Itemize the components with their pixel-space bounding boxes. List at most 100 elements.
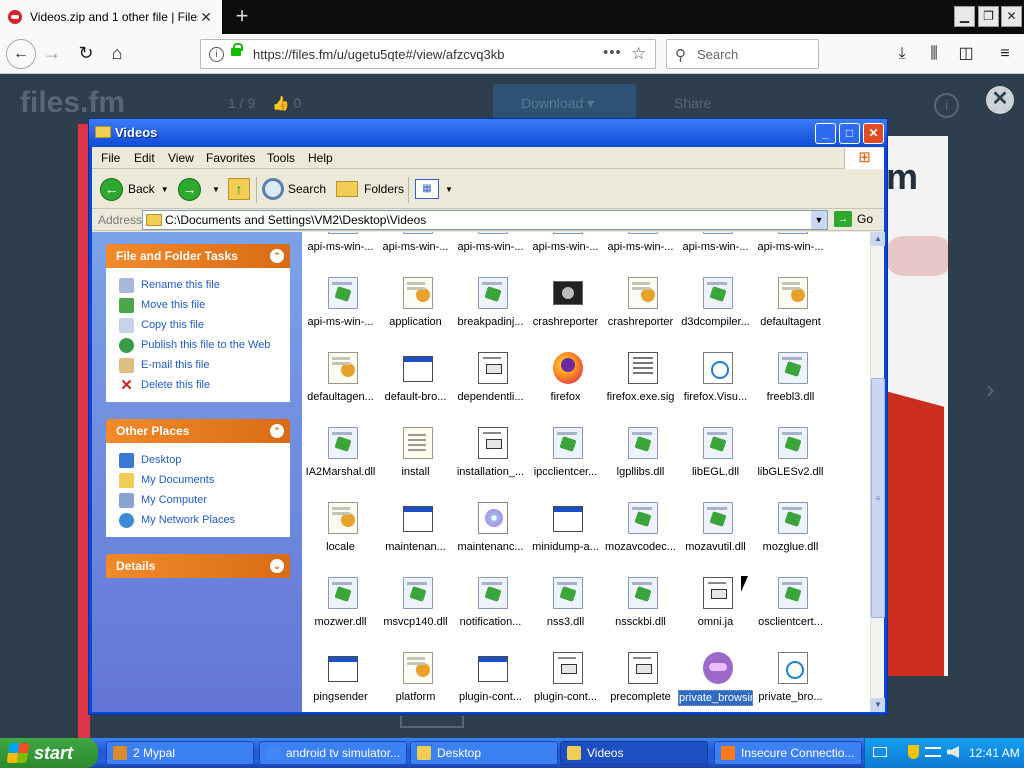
chevron-down-icon[interactable]: ▼	[811, 211, 827, 229]
explorer-close-button[interactable]: ✕	[863, 123, 884, 144]
file-item[interactable]: mozglue.dll	[753, 502, 828, 577]
file-item[interactable]: api-ms-win-...	[303, 277, 378, 352]
file-item[interactable]: private_bro...	[753, 652, 828, 712]
download-button[interactable]: Download ▾	[493, 84, 636, 122]
file-item[interactable]: api-ms-win-...	[528, 232, 603, 277]
file-item[interactable]: minidump-a...	[528, 502, 603, 577]
place-network[interactable]: My Network Places	[119, 510, 289, 530]
file-item[interactable]: application	[378, 277, 453, 352]
file-item[interactable]: freebl3.dll	[753, 352, 828, 427]
file-item[interactable]: locale	[303, 502, 378, 577]
chevron-down-icon[interactable]: ▼	[161, 185, 169, 194]
hamburger-menu-icon[interactable]: ≡	[994, 43, 1016, 65]
file-item[interactable]: api-ms-win-...	[753, 232, 828, 277]
menu-file[interactable]: File	[101, 151, 120, 165]
file-item[interactable]: mozavcodec...	[603, 502, 678, 577]
expand-chevron-icon[interactable]: ⌄	[270, 559, 284, 573]
task-email[interactable]: E-mail this file	[119, 355, 289, 375]
taskbar-button[interactable]: Desktop	[410, 741, 558, 765]
file-item[interactable]: platform	[378, 652, 453, 712]
sidebar-icon[interactable]: ◫	[955, 43, 977, 65]
scroll-up-arrow-icon[interactable]: ▲	[871, 232, 885, 246]
menu-tools[interactable]: Tools	[267, 151, 295, 165]
file-item[interactable]: pingsender	[303, 652, 378, 712]
file-item[interactable]: api-ms-win-...	[378, 232, 453, 277]
file-item[interactable]: maintenanc...	[453, 502, 528, 577]
maximize-window-button[interactable]: ❐	[978, 6, 999, 27]
menu-favorites[interactable]: Favorites	[206, 151, 255, 165]
close-window-button[interactable]: ✕	[1001, 6, 1022, 27]
like-count[interactable]: 👍 0	[272, 95, 301, 112]
file-item[interactable]: libEGL.dll	[678, 427, 753, 502]
place-my-documents[interactable]: My Documents	[119, 470, 289, 490]
file-item[interactable]: libGLESv2.dll	[753, 427, 828, 502]
file-item[interactable]: notification...	[453, 577, 528, 652]
file-item[interactable]: ipcclientcer...	[528, 427, 603, 502]
panel-header[interactable]: File and Folder Tasks ⌃	[106, 244, 290, 268]
scrollbar-thumb[interactable]: ≡	[871, 378, 885, 618]
file-item[interactable]: private_browsing	[678, 652, 753, 712]
menu-view[interactable]: View	[168, 151, 194, 165]
file-item[interactable]: crashreporter	[603, 277, 678, 352]
file-item[interactable]: default-bro...	[378, 352, 453, 427]
task-delete[interactable]: ✕ Delete this file	[119, 375, 289, 395]
file-item[interactable]: api-ms-win-...	[453, 232, 528, 277]
close-viewer-button[interactable]: ✕	[986, 86, 1014, 114]
explorer-minimize-button[interactable]: _	[815, 123, 836, 144]
browser-tab[interactable]: Videos.zip and 1 other file | Files.f ✕	[0, 0, 222, 34]
taskbar-button[interactable]: 2 Mypal	[106, 741, 254, 765]
taskbar-button[interactable]: Insecure Connectio...	[714, 741, 862, 765]
library-icon[interactable]: ⫼	[923, 43, 945, 65]
reload-icon[interactable]: ↻	[72, 40, 100, 68]
panel-header[interactable]: Details ⌄	[106, 554, 290, 578]
file-item[interactable]: precomplete	[603, 652, 678, 712]
file-item[interactable]: msvcp140.dll	[378, 577, 453, 652]
vertical-scrollbar[interactable]: ▲ ≡ ▼	[870, 232, 885, 712]
file-item[interactable]: d3dcompiler...	[678, 277, 753, 352]
start-button[interactable]: start	[0, 738, 98, 768]
back-button[interactable]: ← Back ▼	[100, 175, 169, 203]
explorer-maximize-button[interactable]: □	[839, 123, 860, 144]
file-item[interactable]: api-ms-win-...	[678, 232, 753, 277]
menu-help[interactable]: Help	[308, 151, 333, 165]
next-file-arrow-icon[interactable]: ›	[986, 374, 995, 405]
collapse-chevron-icon[interactable]: ⌃	[270, 424, 284, 438]
chevron-down-icon[interactable]: ▼	[212, 185, 220, 194]
task-publish[interactable]: Publish this file to the Web	[119, 335, 289, 355]
share-button[interactable]: Share	[648, 84, 720, 122]
home-icon[interactable]: ⌂	[103, 40, 131, 68]
file-item[interactable]: plugin-cont...	[528, 652, 603, 712]
file-item[interactable]: firefox	[528, 352, 603, 427]
file-item[interactable]: installation_...	[453, 427, 528, 502]
search-input[interactable]: ⚲ Search	[666, 39, 819, 69]
network-icon[interactable]	[925, 747, 941, 757]
back-arrow-icon[interactable]: ←	[6, 39, 36, 69]
file-item[interactable]: mozwer.dll	[303, 577, 378, 652]
file-item[interactable]: plugin-cont...	[453, 652, 528, 712]
taskbar-button[interactable]: Videos	[560, 741, 708, 765]
security-shield-icon[interactable]	[908, 745, 919, 759]
collapse-chevron-icon[interactable]: ⌃	[270, 249, 284, 263]
panel-header[interactable]: Other Places ⌃	[106, 419, 290, 443]
file-item[interactable]: osclientcert...	[753, 577, 828, 652]
chevron-down-icon[interactable]: ▼	[445, 185, 453, 194]
file-item[interactable]: firefox.Visu...	[678, 352, 753, 427]
info-icon[interactable]: i	[934, 93, 959, 118]
views-button[interactable]: ▦ ▼	[415, 175, 453, 203]
file-item[interactable]: IA2Marshal.dll	[303, 427, 378, 502]
folders-button[interactable]: Folders	[336, 175, 404, 203]
chevron-down-icon[interactable]: ▾	[587, 95, 594, 111]
tab-close-icon[interactable]: ✕	[198, 9, 214, 26]
task-rename[interactable]: Rename this file	[119, 275, 289, 295]
file-item[interactable]: defaultagen...	[303, 352, 378, 427]
file-item[interactable]: mozavutil.dll	[678, 502, 753, 577]
new-tab-button[interactable]: +	[230, 4, 254, 30]
file-item[interactable]: api-ms-win-...	[303, 232, 378, 277]
file-item[interactable]: crashreporter	[528, 277, 603, 352]
place-my-computer[interactable]: My Computer	[119, 490, 289, 510]
taskbar-button[interactable]: android tv simulator...	[259, 741, 407, 765]
bookmark-star-icon[interactable]: ☆	[631, 44, 646, 64]
page-actions-icon[interactable]: •••	[603, 44, 622, 61]
search-button[interactable]: Search	[262, 175, 326, 203]
menu-edit[interactable]: Edit	[134, 151, 155, 165]
